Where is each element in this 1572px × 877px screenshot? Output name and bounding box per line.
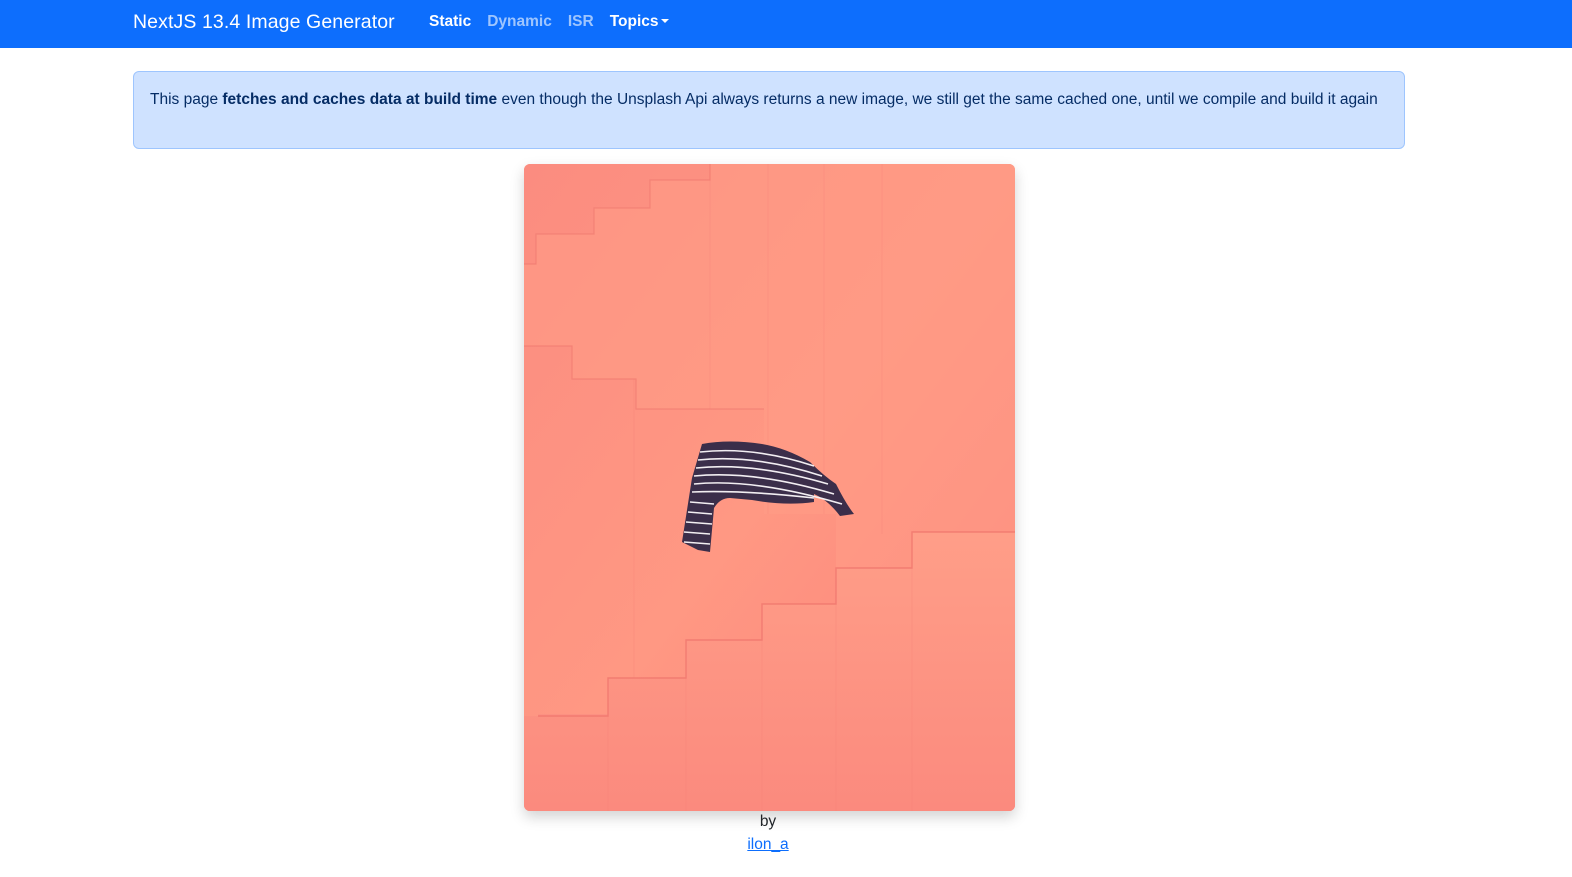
nav-link-topics-label: Topics <box>609 13 659 30</box>
nav-links: Static Dynamic ISR Topics <box>429 13 685 31</box>
photo-credit-author: ilon_a <box>0 836 1536 854</box>
stairs-shirt-illustration <box>524 164 1015 811</box>
author-link[interactable]: ilon_a <box>747 836 788 853</box>
unsplash-image <box>524 164 1015 811</box>
top-navbar: NextJS 13.4 Image Generator Static Dynam… <box>0 0 1572 48</box>
nav-link-dynamic[interactable]: Dynamic <box>487 13 552 31</box>
photo-credit-by: by <box>759 813 777 830</box>
brand-link[interactable]: NextJS 13.4 Image Generator <box>133 11 395 34</box>
info-alert: This page fetches and caches data at bui… <box>133 71 1405 149</box>
nav-dropdown-topics[interactable]: Topics <box>610 13 669 31</box>
alert-text-prefix: This page <box>150 91 223 108</box>
nav-link-static[interactable]: Static <box>429 13 471 31</box>
alert-text-suffix: even though the Unsplash Api always retu… <box>497 91 1378 108</box>
nav-link-isr[interactable]: ISR <box>568 13 594 31</box>
alert-text-emphasis: fetches and caches data at build time <box>222 91 498 108</box>
caret-down-icon <box>660 19 669 23</box>
